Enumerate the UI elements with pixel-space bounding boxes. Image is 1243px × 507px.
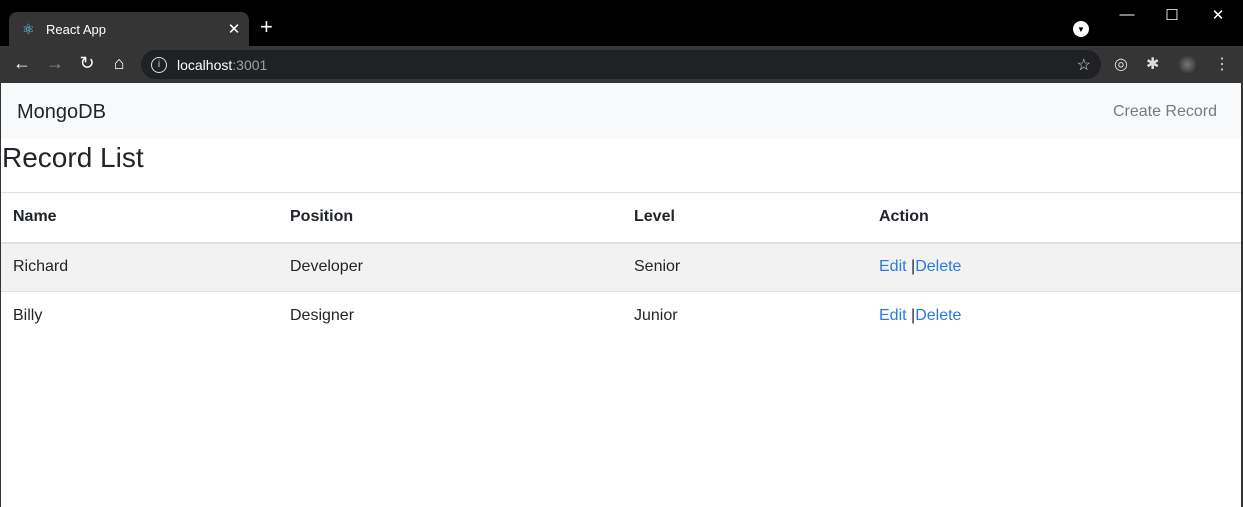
address-bar[interactable]: i localhost:3001 ☆ [141,50,1101,79]
react-icon: ⚛ [22,20,35,37]
edit-link[interactable]: Edit [879,307,907,324]
delete-link[interactable]: Delete [915,258,961,275]
maximize-icon[interactable]: ☐ [1152,6,1192,24]
extension-target-icon[interactable]: ◎ [1114,54,1128,74]
url-port: :3001 [232,56,268,73]
cell-level: Senior [622,242,867,292]
close-window-icon[interactable]: ✕ [1198,6,1238,24]
column-header-level: Level [622,192,867,244]
close-tab-icon[interactable]: ✕ [219,20,249,38]
menu-kebab-icon[interactable]: ⋮ [1214,54,1230,74]
home-icon[interactable]: ⌂ [107,53,131,74]
cell-action: Edit |Delete [867,242,1241,292]
url-host: localhost [177,56,233,73]
cell-action: Edit |Delete [867,291,1241,341]
avatar[interactable] [1177,54,1198,75]
tab-title: React App [46,21,106,37]
tab-search-icon[interactable]: ▼ [1073,21,1089,37]
navbar-brand[interactable]: MongoDB [17,101,106,124]
table-row: Billy Designer Junior Edit |Delete [1,291,1241,341]
page-title: Record List [2,142,144,173]
forward-icon[interactable]: → [43,53,67,74]
reload-icon[interactable]: ↻ [75,53,99,74]
column-header-position: Position [278,192,622,244]
info-icon[interactable]: i [151,56,167,73]
bookmark-star-icon[interactable]: ☆ [1077,55,1091,75]
delete-link[interactable]: Delete [915,307,961,324]
cell-position: Designer [278,291,622,341]
browser-titlebar: ⚛ React App ✕ + ▼ — ☐ ✕ [0,0,1243,46]
records-table: Name Position Level Action Richard Devel… [1,192,1241,341]
cell-position: Developer [278,242,622,292]
browser-toolbar: ← → ↻ ⌂ i localhost:3001 ☆ ◎ ✱ ⋮ [0,46,1243,83]
create-record-link[interactable]: Create Record [1113,103,1217,121]
separator: | [906,258,916,276]
minimize-icon[interactable]: — [1107,6,1147,23]
back-icon[interactable]: ← [10,53,34,74]
cell-name: Billy [1,291,278,341]
separator: | [906,307,916,325]
column-header-action: Action [867,192,1241,244]
new-tab-button[interactable]: + [260,14,273,40]
table-row: Richard Developer Senior Edit |Delete [1,242,1241,292]
cell-level: Junior [622,291,867,341]
edit-link[interactable]: Edit [879,258,907,275]
cell-name: Richard [1,242,278,292]
browser-tab[interactable]: ⚛ React App ✕ [9,12,249,46]
extensions-puzzle-icon[interactable]: ✱ [1146,54,1159,74]
navbar: MongoDB Create Record [0,83,1243,139]
window-border [0,83,1,507]
column-header-name: Name [1,192,278,244]
